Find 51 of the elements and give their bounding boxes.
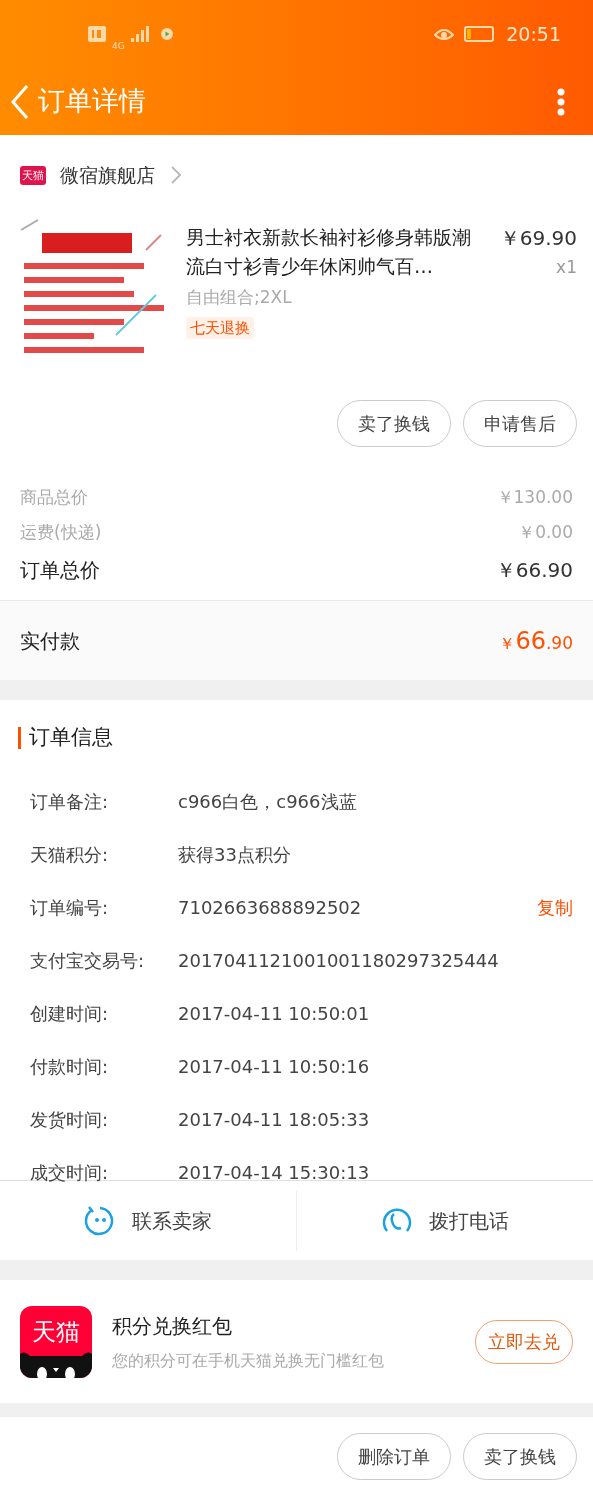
tmall-app-icon: 天猫 xyxy=(20,1305,92,1378)
tmall-badge: 天猫 xyxy=(20,165,46,185)
total-value: ￥66.90 xyxy=(495,557,573,584)
total-label: 订单总价 xyxy=(20,557,100,584)
section-title: 订单信息 xyxy=(29,723,113,751)
product-sku: 自由组合;2XL xyxy=(186,286,293,309)
info-label: 订单备注: xyxy=(30,790,110,814)
info-value: 获得33点积分 xyxy=(178,843,292,867)
product-quantity: x1 xyxy=(556,256,577,279)
chat-face-icon xyxy=(84,1204,116,1237)
info-label: 发货时间: xyxy=(30,1108,110,1132)
battery-icon xyxy=(464,26,495,42)
page-title: 订单详情 xyxy=(38,84,146,119)
info-value: 2017-04-11 10:50:16 xyxy=(178,1055,371,1079)
promo-title: 积分兑换红包 xyxy=(112,1312,233,1340)
redeem-button[interactable]: 立即去兑 xyxy=(475,1319,573,1364)
info-value: 2017-04-11 18:05:33 xyxy=(178,1108,371,1132)
product-price: ￥69.90 xyxy=(499,225,577,252)
eye-icon xyxy=(434,26,455,42)
promo-subtitle: 您的积分可在手机天猫兑换无门槛红包 xyxy=(112,1349,385,1372)
action-button[interactable]: 删除订单 xyxy=(337,1433,451,1480)
product-title[interactable]: 男士衬衣新款长袖衬衫修身韩版潮流白寸衫青少年休闲帅气百… xyxy=(186,223,488,281)
action-button[interactable]: 申请售后 xyxy=(463,400,577,447)
paid-label: 实付款 xyxy=(20,627,80,655)
play-icon xyxy=(160,28,173,40)
total-value: ￥0.00 xyxy=(518,520,573,544)
action-button[interactable]: 卖了换钱 xyxy=(463,1433,577,1480)
total-label: 商品总价 xyxy=(20,485,88,509)
back-icon[interactable] xyxy=(10,83,30,120)
info-label: 创建时间: xyxy=(30,1002,110,1026)
clock-time: 20:51 xyxy=(506,21,561,47)
total-label: 运费(快递) xyxy=(20,520,102,544)
info-label: 成交时间: xyxy=(30,1161,110,1185)
info-value: c966白色，c966浅蓝 xyxy=(178,790,358,814)
chevron-right-icon[interactable] xyxy=(171,166,181,184)
return-policy-tag: 七天退换 xyxy=(186,316,254,339)
total-value: ￥130.00 xyxy=(496,485,573,509)
info-value: 2017041121001001180297325444 xyxy=(178,949,500,973)
info-label: 天猫积分: xyxy=(30,843,110,867)
paid-amount: ￥66.90 xyxy=(499,625,573,657)
info-label: 付款时间: xyxy=(30,1055,110,1079)
signal-icon xyxy=(130,26,149,42)
more-icon[interactable] xyxy=(557,87,565,116)
info-value: 2017-04-11 10:50:01 xyxy=(178,1002,371,1026)
store-name[interactable]: 微宿旗舰店 xyxy=(60,160,155,190)
info-label: 支付宝交易号: xyxy=(30,949,146,973)
info-value: 2017-04-14 15:30:13 xyxy=(178,1161,371,1185)
network-label: 4G xyxy=(112,41,125,51)
info-label: 订单编号: xyxy=(30,896,110,920)
info-value: 7102663688892502 xyxy=(178,896,363,920)
action-button[interactable]: 卖了换钱 xyxy=(337,400,451,447)
